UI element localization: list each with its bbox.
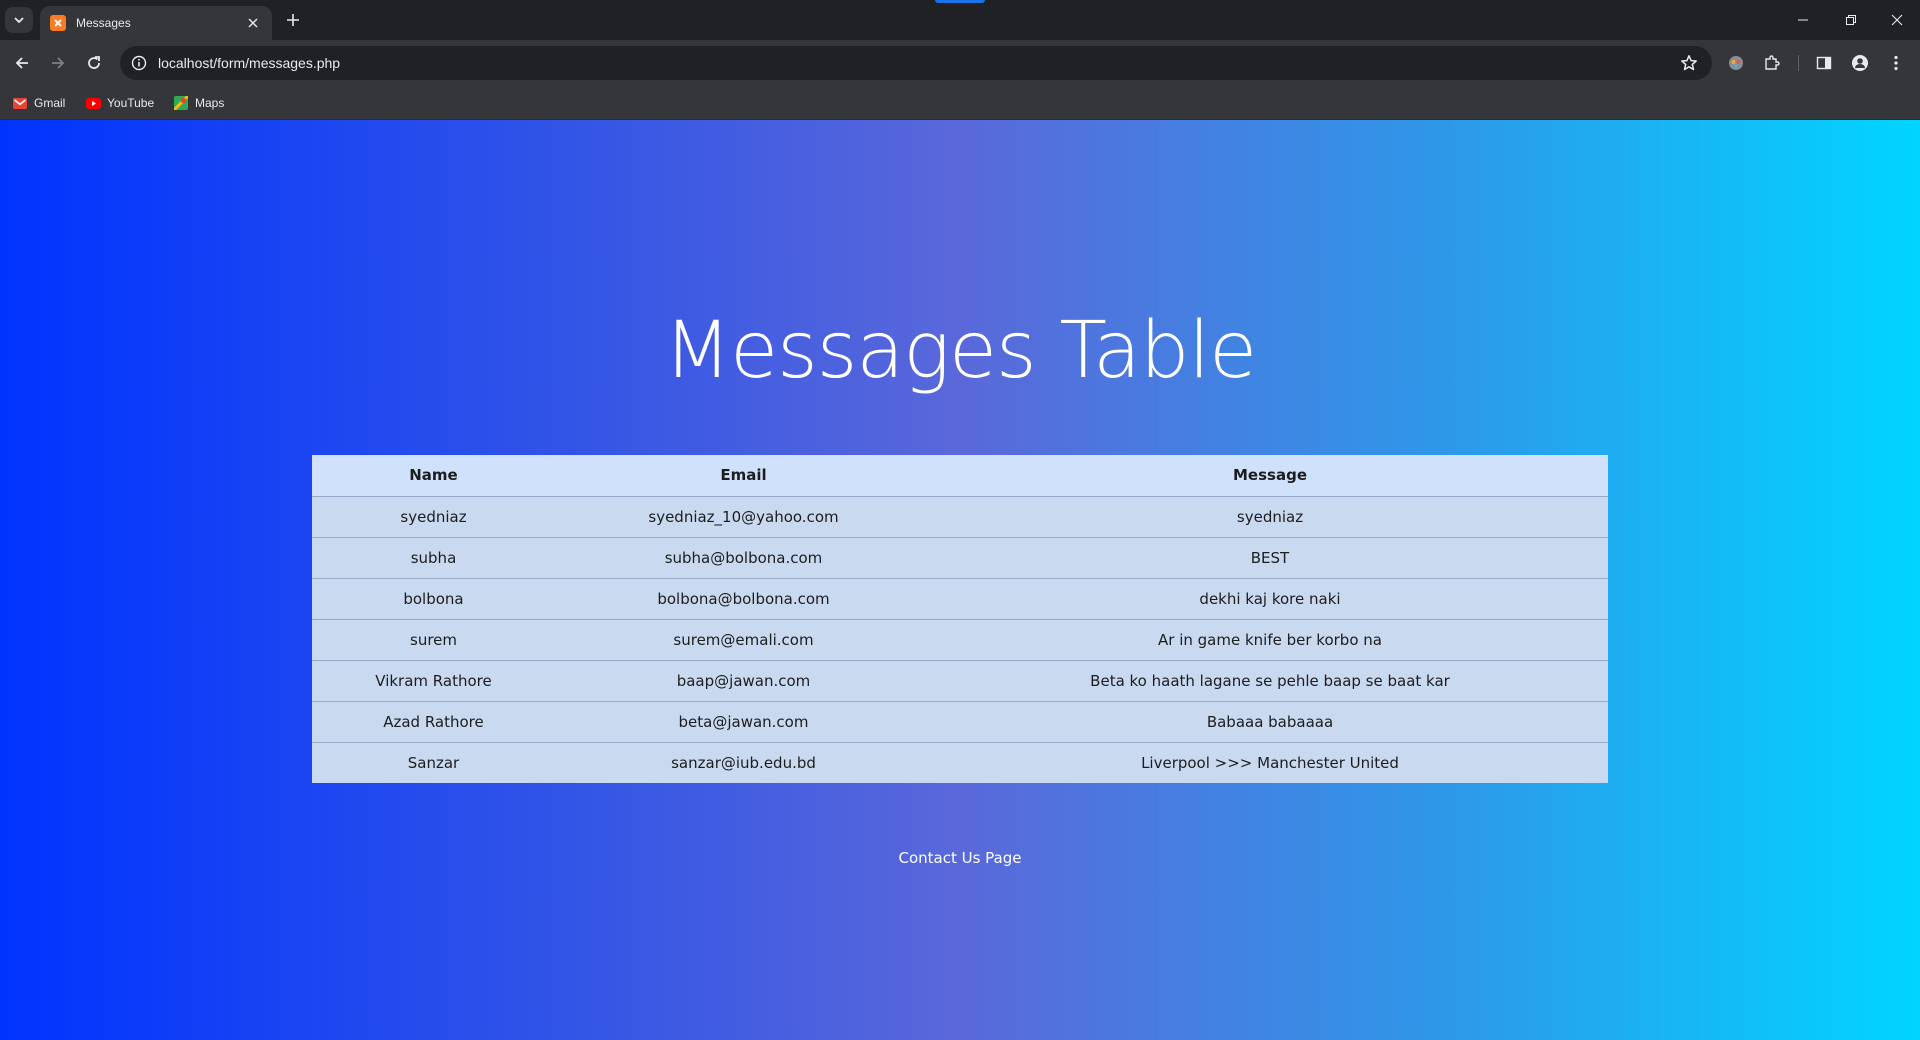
cell-name: subha xyxy=(312,537,555,579)
table-row: subha subha@bolbona.com BEST xyxy=(312,537,1608,579)
restore-icon xyxy=(1846,15,1856,25)
bookmark-label: YouTube xyxy=(107,96,155,110)
close-tab-icon[interactable] xyxy=(244,14,262,32)
cell-message: Liverpool >>> Manchester United xyxy=(1141,753,1399,772)
extension-icon[interactable] xyxy=(1724,51,1748,75)
youtube-icon xyxy=(85,95,101,111)
close-icon xyxy=(1891,14,1903,26)
cell-message: BEST xyxy=(932,537,1608,579)
cell-name: Azad Rathore xyxy=(312,701,555,743)
table-row: Vikram Rathore baap@jawan.com Beta ko ha… xyxy=(312,660,1608,702)
reload-icon xyxy=(88,56,100,69)
forward-button[interactable] xyxy=(44,49,72,77)
gmail-icon xyxy=(12,95,28,111)
cell-name: Vikram Rathore xyxy=(312,660,555,702)
contact-link-container: Contact Us Page xyxy=(0,849,1920,867)
messages-table-container: Name Email Message syedniaz syedniaz_10@… xyxy=(312,455,1608,783)
bookmarks-bar: Gmail YouTube Maps xyxy=(0,86,1920,120)
cell-message: syedniaz xyxy=(932,496,1608,538)
header-name: Name xyxy=(312,455,555,497)
bookmark-star-icon[interactable] xyxy=(1678,52,1700,74)
cell-message: Ar in game knife ber korbo na xyxy=(932,619,1608,661)
url-text[interactable]: localhost/form/messages.php xyxy=(158,55,1678,71)
close-window-button[interactable] xyxy=(1874,0,1920,40)
cell-email: bolbona@bolbona.com xyxy=(555,578,932,620)
table-row: Azad Rathore beta@jawan.com Babaaa babaa… xyxy=(312,701,1608,743)
tab-search-button[interactable] xyxy=(5,7,33,33)
profile-avatar-icon[interactable] xyxy=(1848,51,1872,75)
bookmark-maps[interactable]: Maps xyxy=(173,94,224,112)
bookmark-label: Gmail xyxy=(34,96,66,110)
bookmark-gmail[interactable]: Gmail xyxy=(12,94,65,112)
cell-email: beta@jawan.com xyxy=(555,701,932,743)
plus-icon xyxy=(287,14,299,26)
cell-name: bolbona xyxy=(312,578,555,620)
chevron-down-icon xyxy=(14,17,24,24)
cell-email: syedniaz_10@yahoo.com xyxy=(555,496,932,538)
tab-strip: Messages xyxy=(0,0,1920,40)
back-button[interactable] xyxy=(8,49,36,77)
cell-message: Beta ko haath lagane se pehle baap se ba… xyxy=(932,660,1608,702)
browser-toolbar: localhost/form/messages.php xyxy=(0,40,1920,86)
header-message: Message xyxy=(932,455,1608,497)
menu-kebab-icon[interactable] xyxy=(1884,51,1908,75)
page-title: Messages Table xyxy=(663,306,1257,396)
cell-email: subha@bolbona.com xyxy=(555,537,932,579)
maps-icon xyxy=(173,95,189,111)
table-row: bolbona bolbona@bolbona.com dekhi kaj ko… xyxy=(312,578,1608,620)
page-viewport: Messages Table Name Email Message syedni… xyxy=(0,120,1920,1040)
minimize-icon xyxy=(1798,19,1808,21)
xampp-favicon-icon xyxy=(50,15,66,31)
restore-button[interactable] xyxy=(1828,0,1874,40)
header-email: Email xyxy=(555,455,932,497)
cell-email: baap@jawan.com xyxy=(555,660,932,702)
browser-tab[interactable]: Messages xyxy=(40,6,272,40)
bookmark-youtube[interactable]: YouTube xyxy=(85,94,154,112)
bookmark-label: Maps xyxy=(195,96,225,110)
address-bar[interactable]: localhost/form/messages.php xyxy=(120,46,1712,80)
new-tab-button[interactable] xyxy=(282,9,304,31)
site-info-icon[interactable] xyxy=(130,54,148,72)
puzzle-extensions-icon[interactable] xyxy=(1760,51,1784,75)
contact-us-link[interactable]: Contact Us Page xyxy=(898,849,1021,867)
cell-name: surem xyxy=(312,619,555,661)
table-row: syedniaz syedniaz_10@yahoo.com syedniaz xyxy=(312,496,1608,538)
table-row: Sanzar sanzar@iub.edu.bd Liverpool >>> M… xyxy=(312,742,1608,783)
side-panel-icon[interactable] xyxy=(1812,51,1836,75)
back-arrow-icon xyxy=(15,57,28,69)
table-header-row: Name Email Message xyxy=(312,455,1608,497)
tab-drag-indicator xyxy=(935,0,985,3)
table-row: surem surem@emali.com Ar in game knife b… xyxy=(312,619,1608,661)
reload-button[interactable] xyxy=(80,49,108,77)
cell-name: syedniaz xyxy=(312,496,555,538)
messages-table: Name Email Message syedniaz syedniaz_10@… xyxy=(312,455,1608,783)
cell-name: Sanzar xyxy=(407,753,460,772)
minimize-button[interactable] xyxy=(1780,0,1826,40)
tab-title: Messages xyxy=(76,16,131,30)
forward-arrow-icon xyxy=(52,57,65,69)
cell-email: surem@emali.com xyxy=(555,619,932,661)
toolbar-separator xyxy=(1798,55,1799,71)
cell-email: sanzar@iub.edu.bd xyxy=(671,753,816,772)
cell-message: Babaaa babaaaa xyxy=(932,701,1608,743)
cell-message: dekhi kaj kore naki xyxy=(932,578,1608,620)
